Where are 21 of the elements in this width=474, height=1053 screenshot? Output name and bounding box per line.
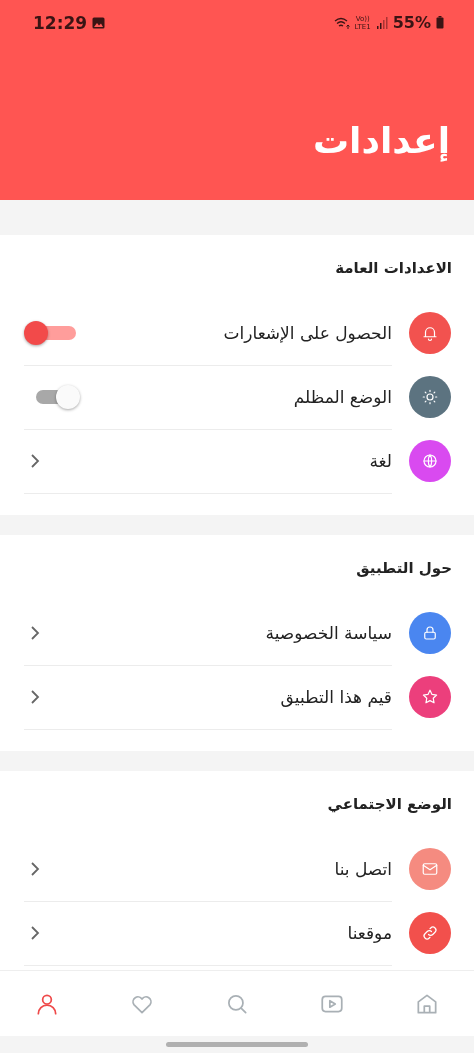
wifi-icon: [333, 16, 350, 29]
battery-percent: 55%: [392, 13, 431, 32]
chevron-icon[interactable]: [30, 452, 40, 469]
chevron-icon[interactable]: [30, 688, 40, 705]
row-label: الحصول على الإشعارات: [223, 322, 392, 343]
row-label: اتصل بنا: [334, 858, 392, 879]
row-label: قيم هذا التطبيق: [280, 686, 392, 707]
signal-icon: [375, 16, 388, 29]
battery-icon: [436, 16, 444, 29]
row-label: الوضع المظلم: [293, 386, 392, 407]
row-label: موقعنا: [347, 922, 392, 943]
section-title: الوضع الاجتماعي: [326, 795, 453, 813]
row-label: لغة: [369, 450, 392, 471]
chevron-icon[interactable]: [30, 860, 40, 877]
status-time: 12:29: [33, 12, 88, 33]
chevron-icon[interactable]: [30, 624, 40, 641]
chevron-icon[interactable]: [30, 924, 40, 941]
section-title: حول التطبيق: [355, 559, 453, 577]
section-title: الاعدادات العامة: [334, 259, 453, 277]
image-icon: [92, 16, 106, 29]
row-label: سياسة الخصوصية: [265, 622, 392, 643]
